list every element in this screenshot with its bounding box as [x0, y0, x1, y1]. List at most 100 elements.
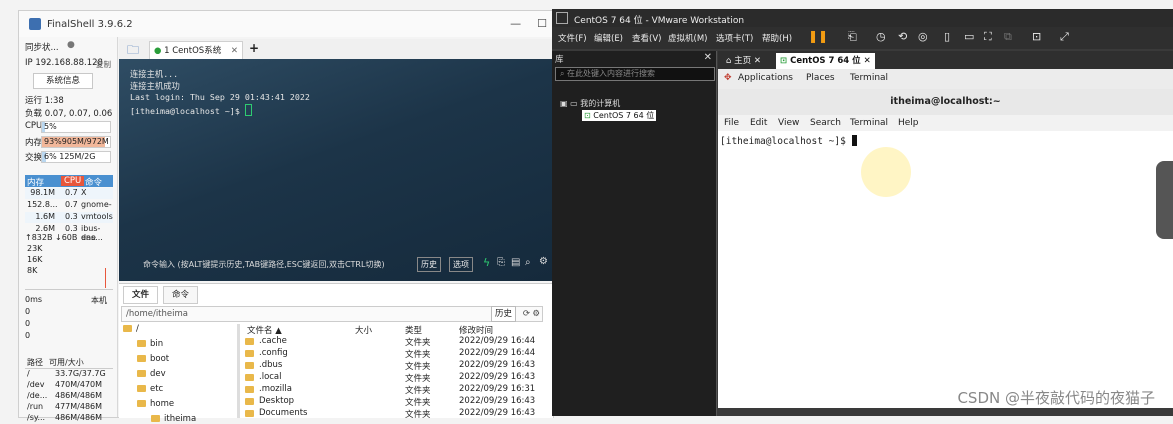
tab-files[interactable]: 文件	[123, 286, 159, 304]
path-history-button[interactable]: 历史	[490, 306, 516, 322]
proc-col-cmd[interactable]: 命令	[85, 176, 102, 188]
process-row[interactable]: 1.6M 0.3 vmtools	[25, 212, 113, 223]
tree-node[interactable]: home	[137, 399, 174, 409]
copy-ip-link[interactable]: 复制	[96, 59, 111, 70]
gmenu-file[interactable]: File	[724, 118, 739, 128]
process-row[interactable]: 152.8... 0.7 gnome-	[25, 200, 113, 211]
send-keys-icon[interactable]: ⎗	[848, 30, 857, 44]
menu-tabs[interactable]: 选项卡(T)	[716, 32, 753, 44]
mouse-highlight	[861, 147, 911, 197]
command-input[interactable]: 命令输入 (按ALT键提示历史,TAB键路径,ESC键返回,双击CTRL切换)	[143, 259, 385, 270]
stretch-icon[interactable]: ⤢	[1060, 30, 1069, 44]
tree-node[interactable]: bin	[137, 339, 163, 349]
proc-cpu: 0.7	[65, 188, 78, 197]
gnome-terminal-menu[interactable]: Terminal	[850, 73, 888, 83]
gmenu-view[interactable]: View	[778, 118, 799, 128]
disk-size: 470M/470M	[55, 380, 103, 389]
file-row[interactable]: Documents 文件夹 2022/09/29 16:43	[243, 408, 543, 420]
gmenu-edit[interactable]: Edit	[750, 118, 767, 128]
disk-row[interactable]: /dev 470M/470M	[25, 380, 113, 391]
copy-icon[interactable]: ⎘	[497, 257, 505, 268]
sysinfo-button[interactable]: 系统信息	[33, 73, 93, 89]
file-row[interactable]: .cache 文件夹 2022/09/29 16:44	[243, 336, 543, 348]
process-row[interactable]: 98.1M 0.7 X	[25, 188, 113, 199]
minimize-icon[interactable]: —	[510, 17, 521, 30]
unity-icon[interactable]: ⧉	[1004, 30, 1012, 44]
tree-node[interactable]: dev	[137, 369, 166, 379]
disk-row[interactable]: /sy... 486M/486M	[25, 413, 113, 424]
file-col-name[interactable]: 文件名 ▲	[247, 324, 282, 336]
ping-host[interactable]: 本机	[91, 295, 107, 306]
menu-vm[interactable]: 虚拟机(M)	[668, 32, 707, 44]
close-library-icon[interactable]: ✕	[704, 52, 712, 63]
revert-icon[interactable]: ⟲	[898, 30, 907, 43]
history-button[interactable]: 历史	[417, 257, 441, 272]
maximize-icon[interactable]: ☐	[537, 17, 547, 30]
guest-terminal-body[interactable]: [itheima@localhost ~]$	[718, 131, 1173, 416]
vmware-titlebar[interactable]: CentOS 7 64 位 - VMware Workstation	[552, 9, 1173, 27]
gmenu-help[interactable]: Help	[898, 118, 919, 128]
pause-icon[interactable]: ❚❚	[808, 29, 828, 43]
file-col-type[interactable]: 类型	[405, 324, 422, 336]
tab-centos[interactable]: ● 1 CentOS系统 ✕	[149, 41, 243, 60]
file-row[interactable]: .dbus 文件夹 2022/09/29 16:43	[243, 360, 543, 372]
disk-row[interactable]: /de... 486M/486M	[25, 391, 113, 402]
close-icon[interactable]: ✕	[754, 56, 761, 66]
close-tab-icon[interactable]: ✕	[231, 42, 238, 60]
menu-view[interactable]: 查看(V)	[632, 32, 661, 44]
finalshell-titlebar[interactable]: FinalShell 3.9.6.2 — ☐	[19, 11, 553, 37]
menu-help[interactable]: 帮助(H)	[762, 32, 792, 44]
guest-terminal-title[interactable]: itheima@localhost:~	[718, 89, 1173, 115]
search-icon[interactable]: ⌕	[525, 257, 531, 268]
gmenu-terminal[interactable]: Terminal	[850, 118, 888, 128]
close-icon[interactable]: ✕	[864, 56, 871, 66]
vmware-title: CentOS 7 64 位 - VMware Workstation	[574, 16, 745, 26]
menu-file[interactable]: 文件(F)	[558, 32, 587, 44]
tab-centos-vm-label: CentOS 7 64 位	[790, 56, 861, 66]
manage-snapshots-icon[interactable]: ◎	[918, 30, 928, 43]
settings-icon[interactable]: ⚙	[532, 307, 540, 321]
fullscreen-icon[interactable]: ⛶	[984, 30, 992, 44]
process-table-header: 内存 CPU 命令	[25, 175, 113, 188]
path-input[interactable]: /home/itheima 历史 ⟳ ⚙	[121, 306, 543, 322]
menu-edit[interactable]: 编辑(E)	[594, 32, 623, 44]
tab-home[interactable]: ⌂ 主页 ✕	[726, 53, 761, 69]
library-vm-item[interactable]: ⊡ CentOS 7 64 位	[582, 110, 657, 121]
tab-commands[interactable]: 命令	[163, 286, 199, 304]
my-computer[interactable]: ▣ ▭ 我的计算机	[560, 98, 620, 109]
side-handle[interactable]	[1156, 161, 1173, 239]
gmenu-search[interactable]: Search	[810, 118, 841, 128]
guest-display[interactable]: ⌂ 主页 ✕ ⊡ CentOS 7 64 位 ✕ ✥ Applications …	[718, 51, 1173, 416]
options-button[interactable]: 选项	[449, 257, 473, 272]
file-row[interactable]: .local 文件夹 2022/09/29 16:43	[243, 372, 543, 384]
file-row[interactable]: .mozilla 文件夹 2022/09/29 16:31	[243, 384, 543, 396]
tree-node[interactable]: etc	[137, 384, 163, 394]
file-col-mtime[interactable]: 修改时间	[459, 324, 493, 336]
proc-col-mem[interactable]: 内存	[27, 176, 44, 188]
refresh-icon[interactable]: ⟳	[523, 307, 530, 321]
disk-row[interactable]: / 33.7G/37.7G	[25, 369, 113, 380]
tree-node[interactable]: boot	[137, 354, 169, 364]
gnome-places[interactable]: Places	[806, 73, 835, 83]
thumbnail-icon[interactable]: ▭	[964, 30, 974, 43]
process-row[interactable]: 2.6M 0.3 ibus-dae	[25, 224, 113, 242]
proc-col-cpu[interactable]: CPU	[61, 176, 85, 186]
file-row[interactable]: Desktop 文件夹 2022/09/29 16:43	[243, 396, 543, 408]
lightning-icon[interactable]: ϟ	[483, 256, 490, 269]
gnome-applications[interactable]: Applications	[738, 73, 793, 83]
library-search-input[interactable]: ⌕ 在此处键入内容进行搜索	[555, 67, 715, 81]
tree-scrollbar[interactable]	[237, 324, 240, 418]
console-icon[interactable]: ⊡	[1032, 30, 1041, 43]
paste-icon[interactable]: ▤	[511, 257, 520, 268]
add-tab-icon[interactable]: +	[249, 41, 259, 55]
gear-icon[interactable]: ⚙	[539, 256, 548, 267]
terminal[interactable]: 连接主机... 连接主机成功 Last login: Thu Sep 29 01…	[119, 59, 553, 281]
file-row[interactable]: .config 文件夹 2022/09/29 16:44	[243, 348, 543, 360]
library-toggle-icon[interactable]: ▯	[944, 30, 950, 43]
tree-node[interactable]: /	[123, 324, 139, 334]
tab-centos-vm[interactable]: ⊡ CentOS 7 64 位 ✕	[776, 53, 875, 69]
snapshot-icon[interactable]: ◷	[876, 30, 886, 43]
file-col-size[interactable]: 大小	[355, 324, 372, 336]
disk-path: /	[27, 369, 30, 378]
disk-row[interactable]: /run 477M/486M	[25, 402, 113, 413]
